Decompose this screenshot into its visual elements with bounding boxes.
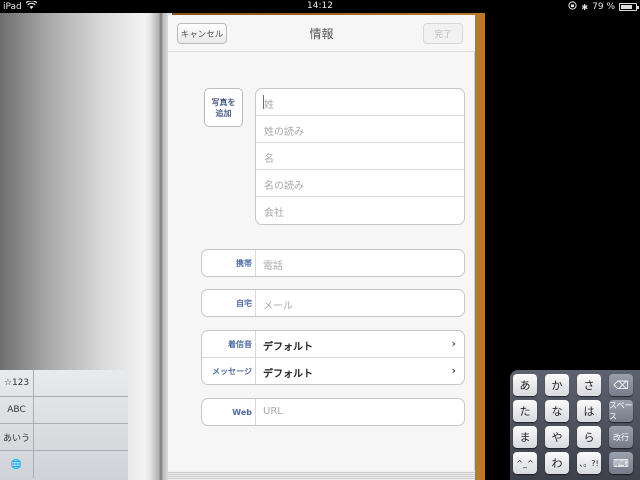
add-photo-label: 写真を 追加 [211,97,236,118]
web-field[interactable]: Web URL [202,399,464,425]
email-placeholder: メール [263,301,293,312]
ringtone-label: 着信音 [202,331,256,357]
key-ha[interactable]: は [577,400,601,422]
email-label: 自宅 [202,290,256,316]
web-label: Web [202,399,256,425]
last-name-field[interactable]: 姓 [256,89,464,116]
bluetooth-icon: ✱ [581,2,589,12]
first-name-field[interactable]: 名 [256,143,464,170]
keyboard-row: あいう [0,424,128,451]
url-placeholder: URL [263,406,283,417]
phone-field[interactable]: 携帯 電話 [202,250,464,276]
first-name-reading-field[interactable]: 名の読み [256,170,464,197]
web-field-group: Web URL [201,398,465,426]
phone-field-group: 携帯 電話 [201,249,465,277]
nav-bar: キャンセル 情報 完了 [168,15,475,52]
key-ra[interactable]: ら [577,426,601,448]
abc-mode-key[interactable]: ABC [0,397,34,423]
punctuation-key[interactable]: 、。?! [577,452,601,474]
ringtone-row[interactable]: 着信音 デフォルト › [202,331,464,358]
return-key[interactable]: 改行 [609,426,633,448]
battery-percent: 79 % [592,2,615,12]
tones-group: 着信音 デフォルト › メッセージ デフォルト › [201,330,465,385]
key-ya[interactable]: や [545,426,569,448]
globe-icon[interactable]: 🌐 [0,451,34,478]
number-mode-key[interactable]: ☆123 [0,370,34,396]
add-photo-button[interactable]: 写真を 追加 [204,88,243,127]
last-name-reading-field[interactable]: 姓の読み [256,116,464,143]
phone-placeholder: 電話 [263,261,283,272]
key-ta[interactable]: た [513,400,537,422]
emoticon-key[interactable]: ^_^ [513,452,537,474]
keyboard-left-panel: ☆123 ABC あいう 🌐 [0,370,128,480]
keyboard-hide-icon[interactable]: ⌨ [609,452,633,474]
key-ka[interactable]: か [545,374,569,396]
key-sa[interactable]: さ [577,374,601,396]
key-a[interactable]: あ [513,374,537,396]
rotation-lock-icon [568,1,578,13]
key-wa[interactable]: わ [545,452,569,474]
name-field-group: 姓 姓の読み 名 名の読み 会社 [255,88,465,225]
status-bar: iPad 14:12 ✱ 79 % [0,0,640,13]
kana-mode-key[interactable]: あいう [0,424,34,450]
page-edges [168,471,475,480]
chevron-right-icon: › [451,364,456,377]
keyboard-row: ABC [0,397,128,424]
email-field-group: 自宅 メール [201,289,465,317]
email-field[interactable]: 自宅 メール [202,290,464,316]
ringtone-value: デフォルト [263,342,313,353]
battery-icon [619,3,639,11]
keyboard-row: 🌐 [0,451,128,478]
delete-key[interactable]: ⌫ [609,374,633,396]
space-key[interactable]: スペース [609,400,633,422]
key-na[interactable]: な [545,400,569,422]
status-time: 14:12 [307,1,333,11]
chevron-right-icon: › [451,337,456,350]
message-tone-value: デフォルト [263,369,313,380]
phone-label: 携帯 [202,250,256,276]
keyboard-right-panel: あ か さ ⌫ た な は スペース ま や ら 改行 ^_^ わ 、。?! ⌨ [510,370,640,480]
message-tone-row[interactable]: メッセージ デフォルト › [202,358,464,384]
key-ma[interactable]: ま [513,426,537,448]
company-field[interactable]: 会社 [256,197,464,224]
done-button[interactable]: 完了 [423,23,463,44]
keyboard-row: ☆123 [0,370,128,397]
message-tone-label: メッセージ [202,358,256,384]
